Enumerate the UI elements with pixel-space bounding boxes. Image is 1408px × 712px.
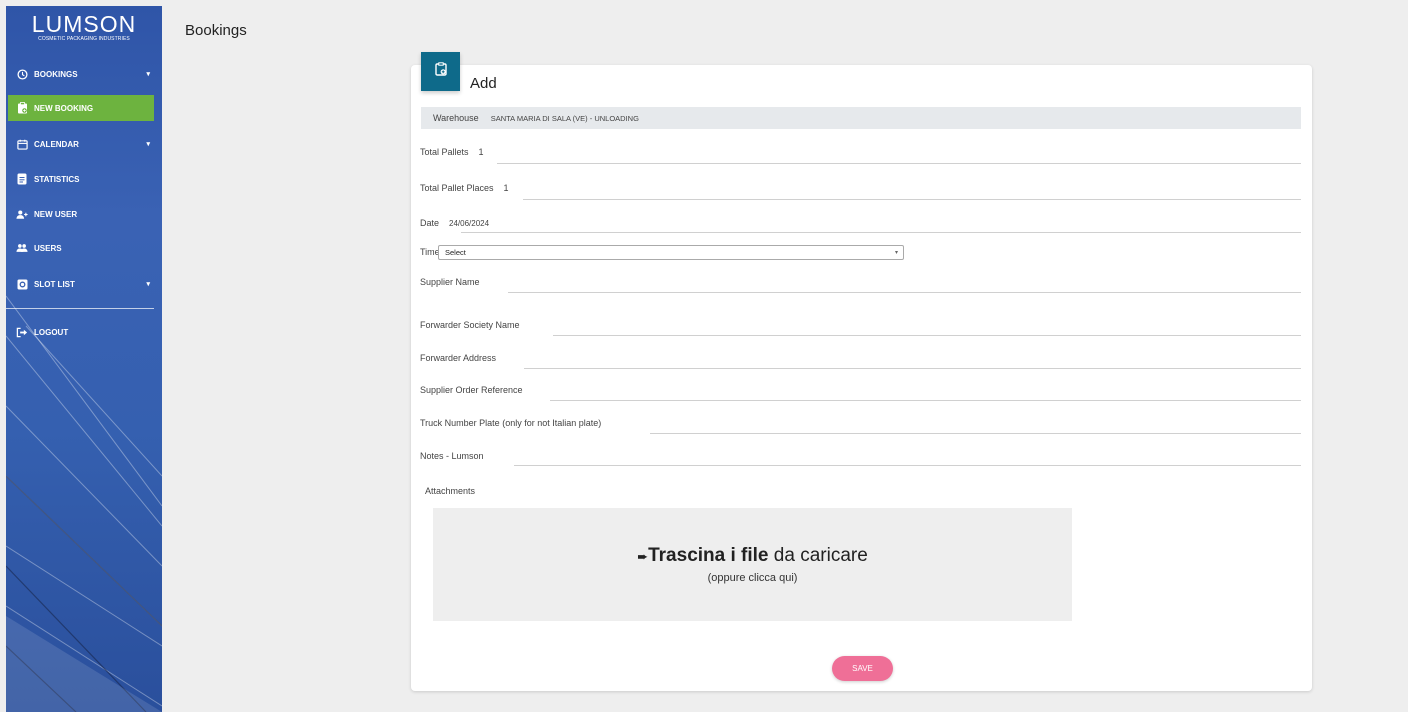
sidebar-item-statistics[interactable]: STATISTICS: [8, 166, 154, 192]
forwarder-society-name-label: Forwarder Society Name: [420, 320, 520, 330]
page-title: Bookings: [185, 22, 247, 39]
forwarder-address-field[interactable]: Forwarder Address: [420, 353, 506, 363]
sidebar: LUMSON COSMETIC PACKAGING INDUSTRIES BOO…: [6, 6, 162, 712]
sidebar-divider: [6, 308, 154, 309]
supplier-order-reference-label: Supplier Order Reference: [420, 385, 523, 395]
clipboard-add-icon: [434, 62, 447, 81]
dropzone-subtitle: (oppure clicca qui): [707, 572, 798, 584]
brand-name: LUMSON: [31, 11, 137, 37]
forwarder-society-name-field[interactable]: Forwarder Society Name: [420, 320, 530, 330]
notes-lumson-label: Notes - Lumson: [420, 451, 484, 461]
total-pallets-label: Total Pallets: [420, 147, 469, 157]
sidebar-item-label: CALENDAR: [34, 139, 79, 149]
supplier-order-reference-underline: [550, 400, 1301, 401]
brand-logo: LUMSON COSMETIC PACKAGING INDUSTRIES: [6, 12, 162, 42]
sidebar-item-label: NEW BOOKING: [34, 103, 94, 113]
supplier-name-field[interactable]: Supplier Name: [420, 277, 490, 287]
forwarder-address-underline: [524, 368, 1301, 369]
forwarder-society-name-underline: [553, 335, 1301, 336]
date-label: Date: [420, 218, 440, 228]
sidebar-item-new-booking[interactable]: NEW BOOKING: [8, 95, 154, 121]
date-underline: [461, 232, 1301, 233]
sidebar-item-label: STATISTICS: [34, 174, 80, 184]
clipboard-add-icon: [16, 102, 28, 114]
total-pallets-field[interactable]: Total Pallets 1: [420, 147, 484, 157]
calendar-icon: [16, 138, 28, 150]
total-pallet-places-underline: [523, 199, 1301, 200]
sidebar-item-label: LOGOUT: [34, 327, 69, 337]
chevron-down-icon: ▾: [894, 250, 898, 256]
clock-icon: [16, 68, 28, 80]
dropzone-title-rest: da caricare: [773, 545, 868, 566]
supplier-name-label: Supplier Name: [420, 277, 480, 287]
total-pallet-places-input[interactable]: 1: [504, 183, 509, 193]
arrow-right-icon: ➨: [637, 549, 649, 564]
warehouse-value: SANTA MARIA DI SALA (VE) - UNLOADING: [490, 113, 639, 123]
chevron-down-icon: ▾: [146, 281, 150, 288]
notes-lumson-underline: [514, 465, 1301, 466]
time-select[interactable]: Select ▾: [438, 245, 904, 260]
truck-number-plate-field[interactable]: Truck Number Plate (only for not Italian…: [420, 418, 611, 428]
date-input[interactable]: 24/06/2024: [449, 219, 489, 228]
card-badge: [421, 52, 460, 91]
brand-tagline: COSMETIC PACKAGING INDUSTRIES: [38, 36, 130, 42]
settings-box-icon: [16, 278, 28, 290]
file-dropzone[interactable]: ➨Trascina i file da caricare (oppure cli…: [433, 508, 1072, 621]
time-field: Time: [420, 247, 440, 257]
card-title: Add: [470, 75, 497, 92]
warehouse-field: Warehouse SANTA MARIA DI SALA (VE) - UNL…: [421, 107, 1301, 129]
sidebar-item-label: BOOKINGS: [34, 69, 78, 79]
notes-lumson-field[interactable]: Notes - Lumson: [420, 451, 494, 461]
truck-number-plate-underline: [650, 433, 1301, 434]
chevron-down-icon: ▾: [146, 141, 150, 148]
dropzone-title: ➨Trascina i file da caricare: [433, 545, 1072, 567]
logout-icon: [16, 326, 28, 338]
supplier-order-reference-field[interactable]: Supplier Order Reference: [420, 385, 533, 395]
attachments-label: Attachments: [425, 486, 476, 496]
time-label: Time: [420, 247, 440, 257]
sidebar-item-label: SLOT LIST: [34, 279, 75, 289]
sidebar-item-slot-list[interactable]: SLOT LIST ▾: [8, 271, 154, 297]
document-icon: [16, 173, 28, 185]
supplier-name-underline: [508, 292, 1301, 293]
sidebar-item-label: USERS: [34, 243, 62, 253]
sidebar-item-users[interactable]: USERS: [8, 235, 154, 261]
sidebar-item-label: NEW USER: [34, 209, 78, 219]
total-pallets-underline: [497, 163, 1301, 164]
total-pallet-places-field[interactable]: Total Pallet Places 1: [420, 183, 509, 193]
add-user-icon: [16, 208, 28, 220]
warehouse-label: Warehouse: [433, 113, 479, 123]
total-pallet-places-label: Total Pallet Places: [420, 183, 494, 193]
forwarder-address-label: Forwarder Address: [420, 353, 497, 363]
dropzone-title-bold: Trascina i file: [648, 545, 769, 566]
time-select-value: Select: [445, 248, 466, 257]
sidebar-item-logout[interactable]: LOGOUT: [8, 319, 154, 345]
chevron-down-icon: ▾: [146, 71, 150, 78]
total-pallets-input[interactable]: 1: [479, 147, 484, 157]
date-field[interactable]: Date 24/06/2024: [420, 218, 489, 228]
users-icon: [16, 242, 28, 254]
truck-number-plate-label: Truck Number Plate (only for not Italian…: [420, 418, 602, 428]
sidebar-item-bookings[interactable]: BOOKINGS ▾: [8, 61, 154, 87]
save-button[interactable]: SAVE: [832, 656, 893, 681]
sidebar-item-calendar[interactable]: CALENDAR ▾: [8, 131, 154, 157]
sidebar-item-new-user[interactable]: NEW USER: [8, 201, 154, 227]
